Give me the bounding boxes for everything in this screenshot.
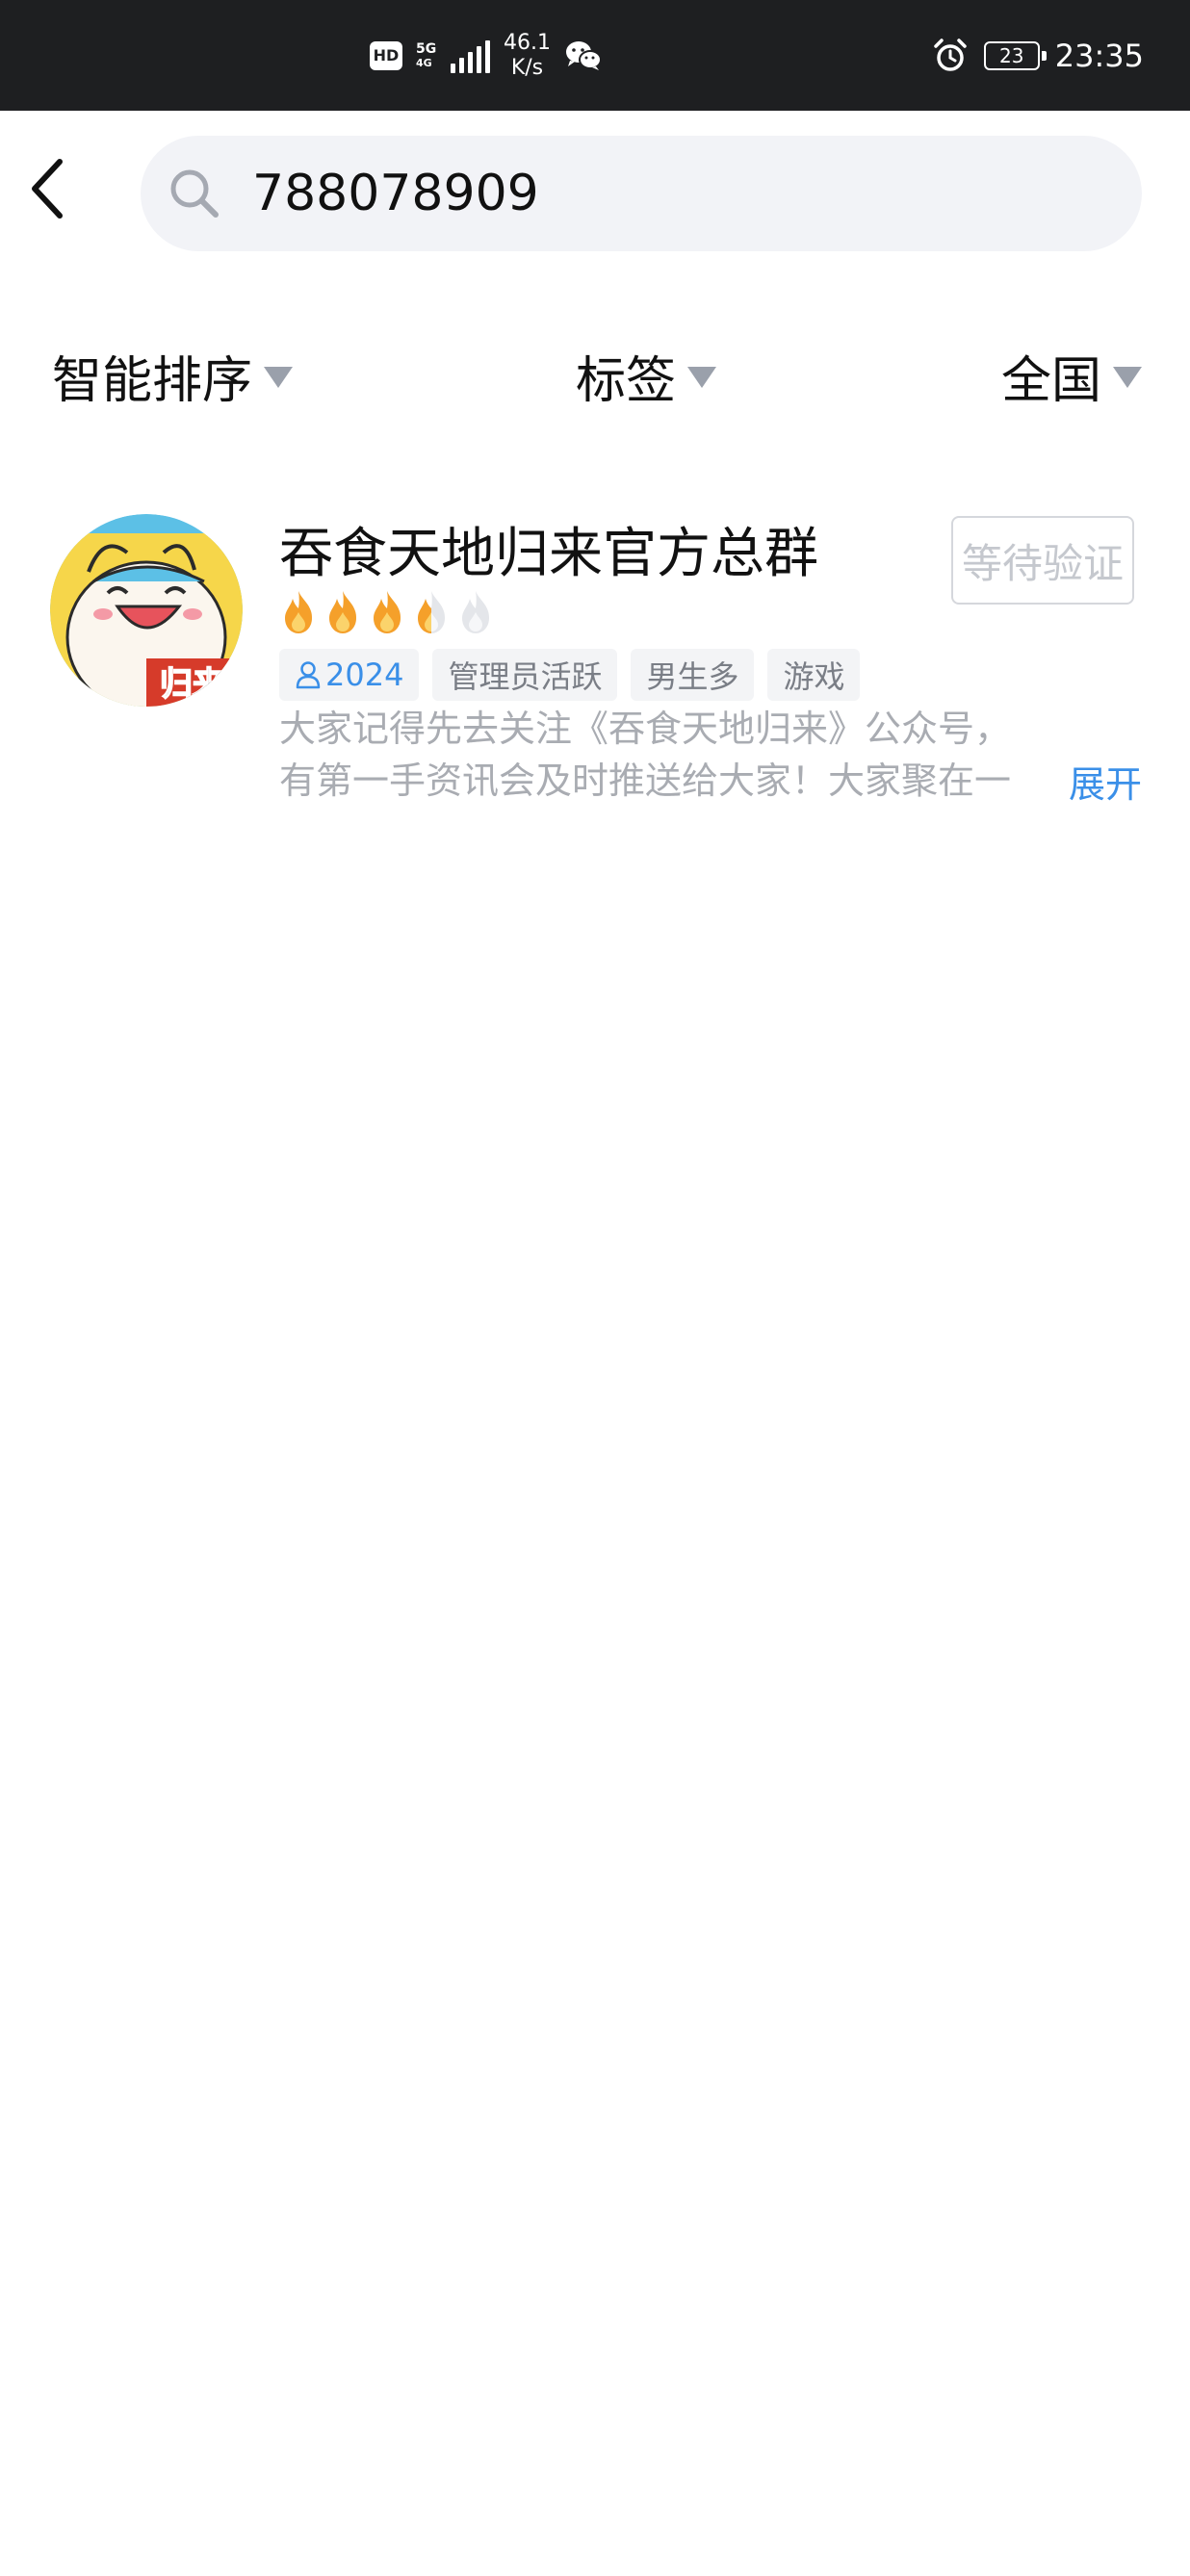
sort-filter[interactable]: 智能排序 — [52, 337, 294, 414]
flame-icon — [285, 591, 312, 633]
network-type: 5G 4G — [416, 41, 437, 70]
flame-icon — [418, 591, 445, 633]
back-arrow-icon — [32, 159, 63, 219]
member-count: 2024 — [325, 657, 404, 693]
pending-verification-button[interactable]: 等待验证 — [951, 516, 1134, 605]
flame-icon — [462, 591, 489, 633]
tag-filter[interactable]: 标签 — [576, 337, 717, 414]
person-icon — [296, 661, 321, 689]
region-filter-label: 全国 — [1000, 351, 1101, 410]
network-type-top: 5G — [416, 40, 437, 57]
alarm-icon — [934, 38, 967, 71]
search-input[interactable] — [252, 136, 1099, 251]
network-speed-value: 46.1 — [504, 30, 551, 55]
clock: 23:35 — [1054, 37, 1144, 74]
group-avatar-image: 归来 — [50, 514, 243, 707]
tag-item: 男生多 — [631, 649, 755, 701]
group-tags: 2024 管理员活跃 男生多 游戏 — [279, 649, 861, 701]
flame-icon — [329, 591, 356, 633]
signal-icon — [451, 39, 490, 73]
network-speed-unit: K/s — [510, 55, 544, 80]
status-bar: HD 5G 4G 46.1 K/s 23 23:35 — [0, 0, 1190, 111]
sort-filter-label: 智能排序 — [52, 351, 253, 410]
status-left-group: HD 5G 4G 46.1 K/s — [370, 0, 603, 111]
group-description: 大家记得先去关注《吞食天地归来》公众号，有第一手资讯会及时推送给大家！大家聚在一… — [279, 708, 1012, 802]
search-icon — [170, 169, 219, 218]
region-filter[interactable]: 全国 — [1001, 337, 1142, 414]
expand-link[interactable]: 展开 — [1062, 755, 1142, 808]
heat-rating — [279, 589, 495, 635]
caret-down-icon — [687, 367, 717, 388]
avatar-caption: 归来 — [160, 665, 225, 704]
group-name: 吞食天地归来官方总群 — [279, 523, 818, 585]
caret-down-icon — [1113, 367, 1142, 388]
search-box[interactable] — [141, 136, 1142, 251]
flame-icon — [374, 591, 401, 633]
battery-level: 23 — [999, 43, 1024, 67]
network-type-bottom: 4G — [416, 56, 432, 69]
battery-icon: 23 — [983, 40, 1047, 70]
group-result-card[interactable]: 归来 吞食天地归来官方总群 2024 管理员活跃 男生多 游戏 大家记得先去关注… — [0, 481, 1190, 828]
wechat-icon — [565, 40, 602, 70]
member-count-tag: 2024 — [279, 649, 420, 701]
tag-item: 管理员活跃 — [432, 649, 618, 701]
network-speed: 46.1 K/s — [504, 31, 551, 81]
tag-item: 游戏 — [767, 649, 861, 701]
tag-filter-label: 标签 — [576, 351, 677, 410]
hd-icon: HD — [370, 40, 402, 70]
back-button[interactable] — [17, 154, 75, 223]
caret-down-icon — [264, 367, 294, 388]
status-right-group: 23 23:35 — [932, 0, 1144, 111]
group-avatar[interactable]: 归来 — [50, 514, 243, 707]
